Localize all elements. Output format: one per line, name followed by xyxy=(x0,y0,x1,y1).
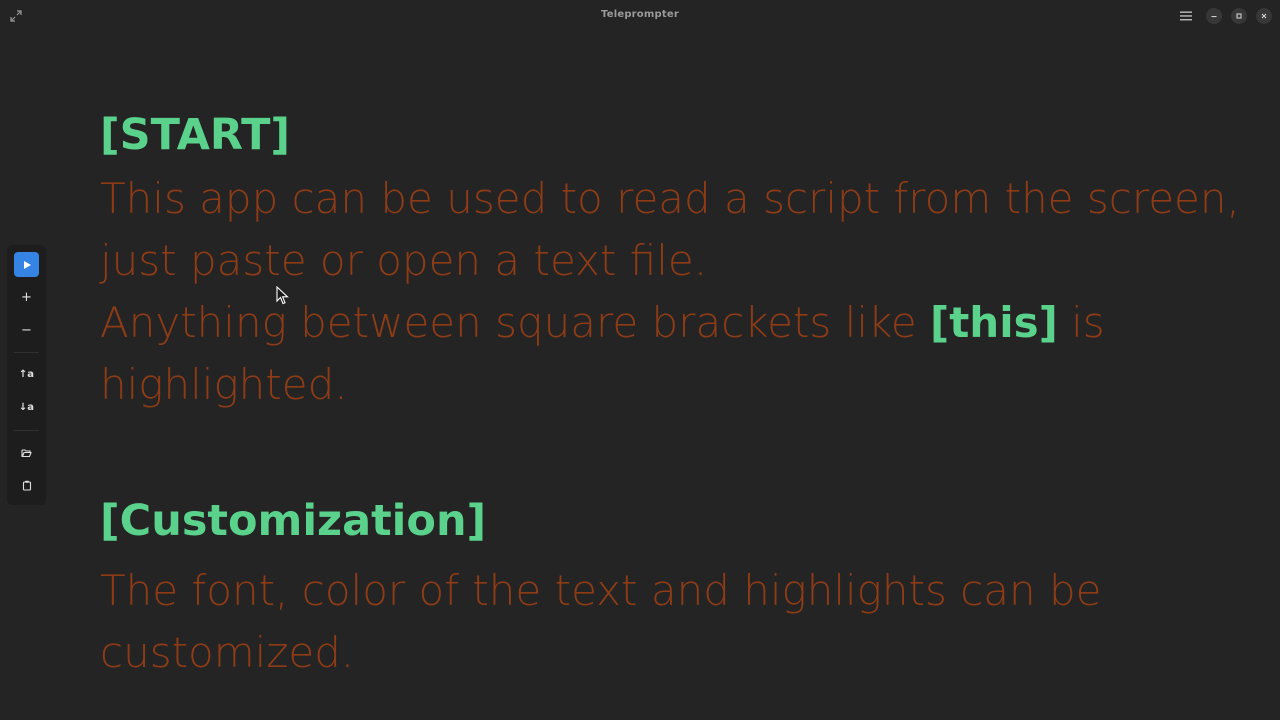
script-paragraph-intro: This app can be used to read a script fr… xyxy=(100,174,1240,285)
text-up-icon: ↑a xyxy=(18,368,35,380)
script-text-view[interactable]: [START] This app can be used to read a s… xyxy=(100,104,1250,684)
maximize-icon xyxy=(1236,13,1242,19)
play-icon xyxy=(23,260,31,269)
decrease-font-button[interactable]: − xyxy=(14,318,39,343)
minimize-icon xyxy=(1211,16,1217,18)
script-paragraph-brackets: Anything between square brackets like [t… xyxy=(100,292,1250,416)
minimize-button[interactable] xyxy=(1206,8,1222,24)
folder-open-icon xyxy=(21,448,32,457)
play-button[interactable] xyxy=(14,252,39,277)
mouse-cursor-icon xyxy=(276,286,289,305)
paste-button[interactable] xyxy=(14,473,39,498)
script-text-segment: Anything between square brackets like xyxy=(100,298,931,347)
window-title: Teleprompter xyxy=(601,9,679,20)
script-paragraph-customization: The font, color of the text and highligh… xyxy=(100,566,1102,677)
header-bar: Teleprompter xyxy=(0,0,1280,32)
script-heading-customization: [Customization] xyxy=(100,496,487,546)
increase-font-button[interactable]: + xyxy=(14,285,39,310)
side-toolbar: + − ↑a ↓a xyxy=(7,245,46,505)
main-menu-button[interactable] xyxy=(1175,5,1197,27)
script-blank-line xyxy=(100,416,1250,478)
close-icon xyxy=(1261,13,1267,19)
hamburger-menu-icon xyxy=(1180,11,1192,21)
window-controls xyxy=(1175,5,1272,27)
maximize-button[interactable] xyxy=(1231,8,1247,24)
minus-icon: − xyxy=(21,323,32,338)
script-highlight: [this] xyxy=(930,298,1058,347)
plus-icon: + xyxy=(21,290,32,305)
scroll-speed-down-button[interactable]: ↓a xyxy=(14,395,39,420)
toolbar-separator xyxy=(14,430,39,431)
text-down-icon: ↓a xyxy=(18,401,35,413)
scroll-speed-up-button[interactable]: ↑a xyxy=(14,362,39,387)
teleprompter-window: Teleprompter [START] This app can be use… xyxy=(0,0,1280,720)
clipboard-icon xyxy=(22,480,31,491)
script-heading-start: [START] xyxy=(100,110,291,160)
open-file-button[interactable] xyxy=(14,440,39,465)
toolbar-separator xyxy=(14,352,39,353)
close-button[interactable] xyxy=(1256,8,1272,24)
